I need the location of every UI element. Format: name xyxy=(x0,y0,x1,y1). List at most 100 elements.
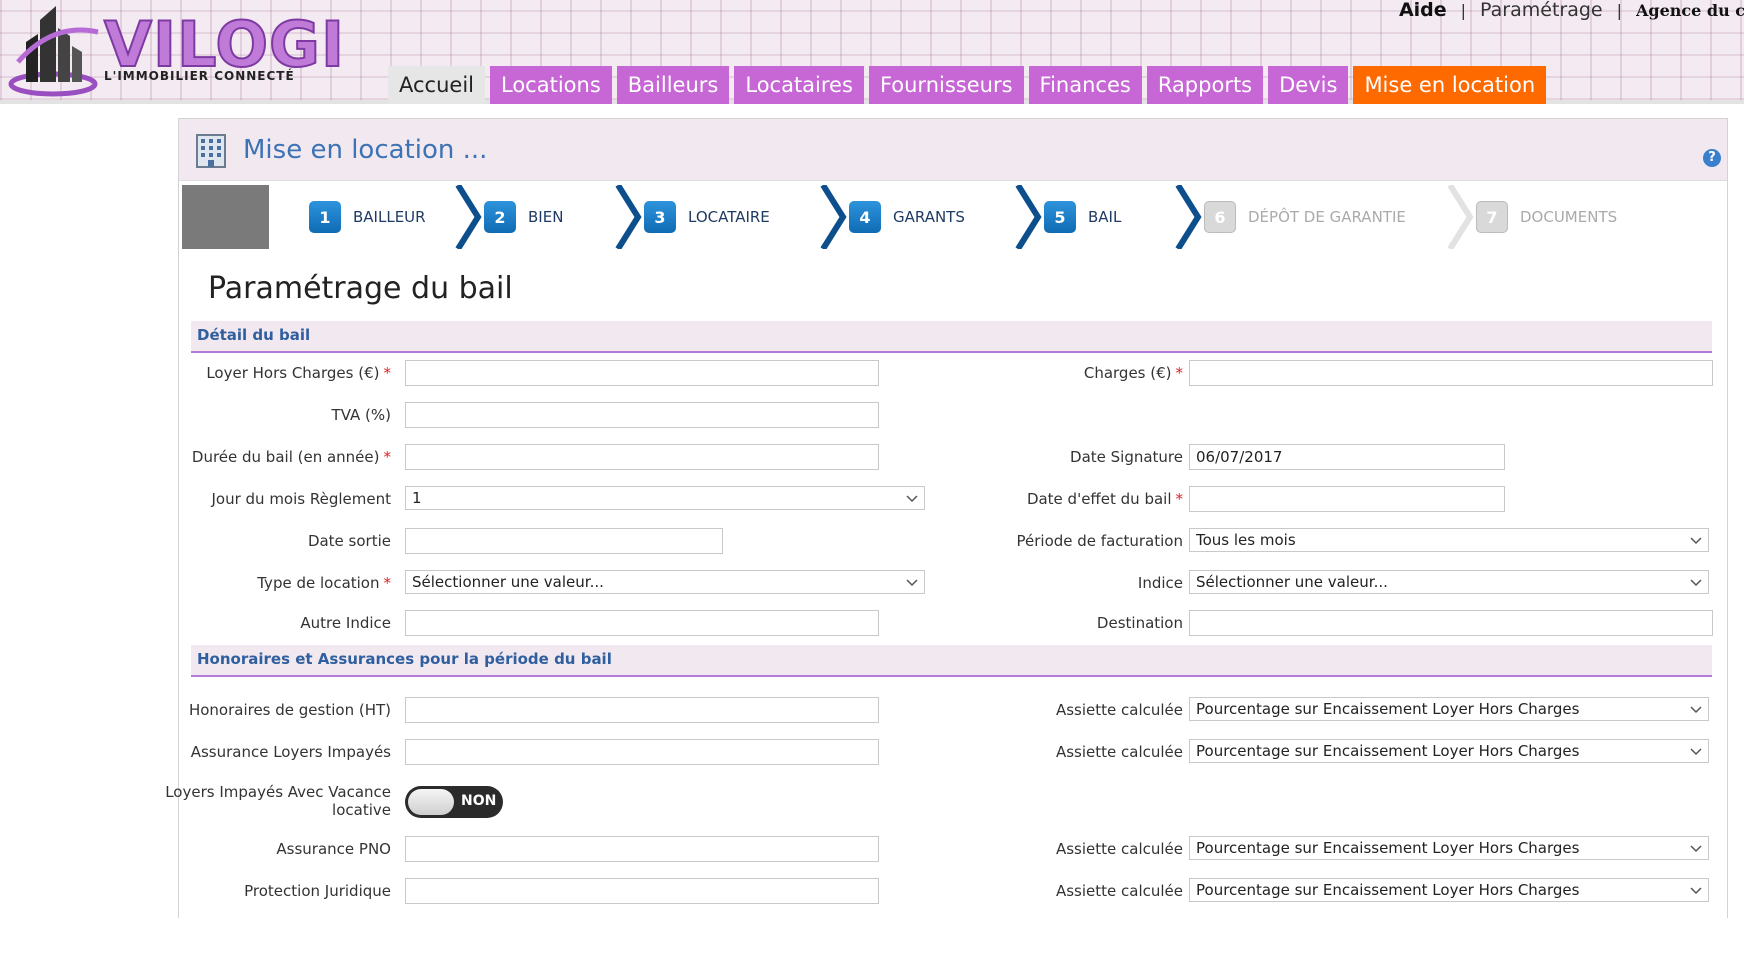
assiette-pno-select[interactable]: Pourcentage sur Encaissement Loyer Hors … xyxy=(1189,836,1709,860)
loyer-hc-input[interactable] xyxy=(405,360,879,386)
duree-input[interactable] xyxy=(405,444,879,470)
nav-tab-devis[interactable]: Devis xyxy=(1268,66,1349,104)
step-label: BAIL xyxy=(1088,208,1122,226)
separator: | xyxy=(1460,0,1467,20)
section-detail-du-bail: Détail du bail xyxy=(191,321,1712,353)
jour-reglement-select[interactable]: 1 xyxy=(405,486,925,510)
help-icon[interactable]: ? xyxy=(1703,149,1721,167)
form-row: Assurance Loyers Impayés Assiette calcul… xyxy=(179,739,1729,769)
honoraires-label: Honoraires de gestion (HT) xyxy=(188,701,391,719)
vacance-label: Loyers Impayés Avec Vacance locative xyxy=(165,783,391,819)
form-row: Durée du bail (en année) * Date Signature… xyxy=(179,444,1729,474)
destination-label: Destination xyxy=(1096,614,1183,632)
chevron-down-icon xyxy=(906,579,918,587)
type-location-select[interactable]: Sélectionner une valeur... xyxy=(405,570,925,594)
wizard-track: 1 BAILLEUR 2 BIEN 3 LOCATAIRE 4 GARANTS xyxy=(269,185,1722,249)
vacance-toggle[interactable]: NON xyxy=(405,786,503,818)
chevron-right-icon xyxy=(820,185,847,249)
assurance-loyers-input[interactable] xyxy=(405,739,879,765)
assurance-loyers-label: Assurance Loyers Impayés xyxy=(190,743,391,761)
toggle-knob xyxy=(408,789,454,815)
assurance-pno-input[interactable] xyxy=(405,836,879,862)
wizard-step-list: 1 BAILLEUR 2 BIEN 3 LOCATAIRE 4 GARANTS xyxy=(309,185,1636,249)
destination-input[interactable] xyxy=(1189,610,1713,636)
indice-value: Sélectionner une valeur... xyxy=(1196,573,1388,591)
form-row: Type de location * Sélectionner une valeu… xyxy=(179,570,1729,600)
protection-juridique-input[interactable] xyxy=(405,878,879,904)
wizard-step-garants[interactable]: 4 GARANTS xyxy=(849,185,1044,249)
parametrage-link[interactable]: Paramétrage xyxy=(1480,0,1603,21)
autre-indice-label: Autre Indice xyxy=(300,614,391,632)
step-label: GARANTS xyxy=(893,208,965,226)
periode-facturation-select[interactable]: Tous les mois xyxy=(1189,528,1709,552)
wizard-step-depot-de-garantie: 6 DÉPÔT DE GARANTIE xyxy=(1204,185,1476,249)
jour-reglement-value: 1 xyxy=(412,489,422,507)
autre-indice-input[interactable] xyxy=(405,610,879,636)
chevron-right-icon xyxy=(455,185,482,249)
assiette-honoraires-select[interactable]: Pourcentage sur Encaissement Loyer Hors … xyxy=(1189,697,1709,721)
periode-facturation-value: Tous les mois xyxy=(1196,531,1296,549)
nav-tab-accueil[interactable]: Accueil xyxy=(388,66,485,104)
step-number: 5 xyxy=(1044,201,1076,233)
panel-title: Mise en location ... xyxy=(243,134,488,165)
periode-facturation-label: Période de facturation xyxy=(1016,532,1184,550)
wizard-step-bien[interactable]: 2 BIEN xyxy=(484,185,644,249)
honoraires-input[interactable] xyxy=(405,697,879,723)
date-effet-input[interactable] xyxy=(1189,486,1505,512)
assiette-value: Pourcentage sur Encaissement Loyer Hors … xyxy=(1196,700,1580,718)
chevron-right-icon xyxy=(615,185,642,249)
assiette-label: Assiette calculée xyxy=(1055,743,1183,761)
step-label: LOCATAIRE xyxy=(688,208,770,226)
nav-tab-fournisseurs[interactable]: Fournisseurs xyxy=(868,66,1024,104)
step-label: DOCUMENTS xyxy=(1520,208,1618,226)
assiette-protection-select[interactable]: Pourcentage sur Encaissement Loyer Hors … xyxy=(1189,878,1709,902)
nav-tab-bailleurs[interactable]: Bailleurs xyxy=(616,66,730,104)
wizard-step-documents: 7 DOCUMENTS xyxy=(1476,185,1636,249)
step-label: DÉPÔT DE GARANTIE xyxy=(1248,208,1406,226)
wizard-step-bail[interactable]: 5 BAIL xyxy=(1044,185,1204,249)
date-signature-label: Date Signature xyxy=(1070,448,1183,466)
logo-building-icon xyxy=(8,6,99,97)
chevron-down-icon xyxy=(1690,537,1702,545)
chevron-down-icon xyxy=(1690,706,1702,714)
app-header: VILOGI L'IMMOBILIER CONNECTÉ Aide | Para… xyxy=(0,0,1744,104)
nav-tab-rapports[interactable]: Rapports xyxy=(1146,66,1264,104)
date-sortie-input[interactable] xyxy=(405,528,723,554)
nav-tab-mise-en-location[interactable]: Mise en location xyxy=(1353,66,1547,104)
tva-label: TVA (%) xyxy=(331,406,391,424)
chevron-down-icon xyxy=(1690,887,1702,895)
date-sortie-label: Date sortie xyxy=(307,532,391,550)
wizard-step-bailleur[interactable]: 1 BAILLEUR xyxy=(309,185,484,249)
chevron-down-icon xyxy=(1690,845,1702,853)
agence-link[interactable]: Agence du coi xyxy=(1636,1,1744,20)
page-title: Paramétrage du bail xyxy=(208,271,513,306)
form-row: Jour du mois Règlement 1 Date d'effet du… xyxy=(179,486,1729,516)
building-icon xyxy=(196,133,226,168)
chevron-right-icon xyxy=(1175,185,1202,249)
assiette-value: Pourcentage sur Encaissement Loyer Hors … xyxy=(1196,742,1580,760)
aide-link[interactable]: Aide xyxy=(1399,0,1447,21)
assurance-pno-label: Assurance PNO xyxy=(276,840,391,858)
date-signature-input[interactable]: 06/07/2017 xyxy=(1189,444,1505,470)
nav-tab-finances[interactable]: Finances xyxy=(1028,66,1142,104)
duree-label: Durée du bail (en année) * xyxy=(191,448,391,466)
main-nav: Accueil Locations Bailleurs Locataires F… xyxy=(388,66,1547,104)
assiette-assurance-loyers-select[interactable]: Pourcentage sur Encaissement Loyer Hors … xyxy=(1189,739,1709,763)
type-location-value: Sélectionner une valeur... xyxy=(412,573,604,591)
step-number: 2 xyxy=(484,201,516,233)
toggle-state: NON xyxy=(461,793,497,809)
chevron-right-icon xyxy=(1015,185,1042,249)
step-label: BAILLEUR xyxy=(353,208,426,226)
tva-input[interactable] xyxy=(405,402,879,428)
charges-input[interactable] xyxy=(1189,360,1713,386)
nav-tab-locataires[interactable]: Locataires xyxy=(734,66,864,104)
wizard-step-locataire[interactable]: 3 LOCATAIRE xyxy=(644,185,849,249)
top-links: Aide | Paramétrage | Agence du coi xyxy=(1399,0,1744,21)
chevron-down-icon xyxy=(1690,748,1702,756)
vilogi-logo[interactable]: VILOGI L'IMMOBILIER CONNECTÉ xyxy=(8,2,345,102)
form-row: Assurance PNO Assiette calculée Pourcent… xyxy=(179,836,1729,866)
nav-tab-locations[interactable]: Locations xyxy=(490,66,612,104)
indice-label: Indice xyxy=(1137,574,1183,592)
indice-select[interactable]: Sélectionner une valeur... xyxy=(1189,570,1709,594)
form-row: TVA (%) xyxy=(179,402,1729,432)
